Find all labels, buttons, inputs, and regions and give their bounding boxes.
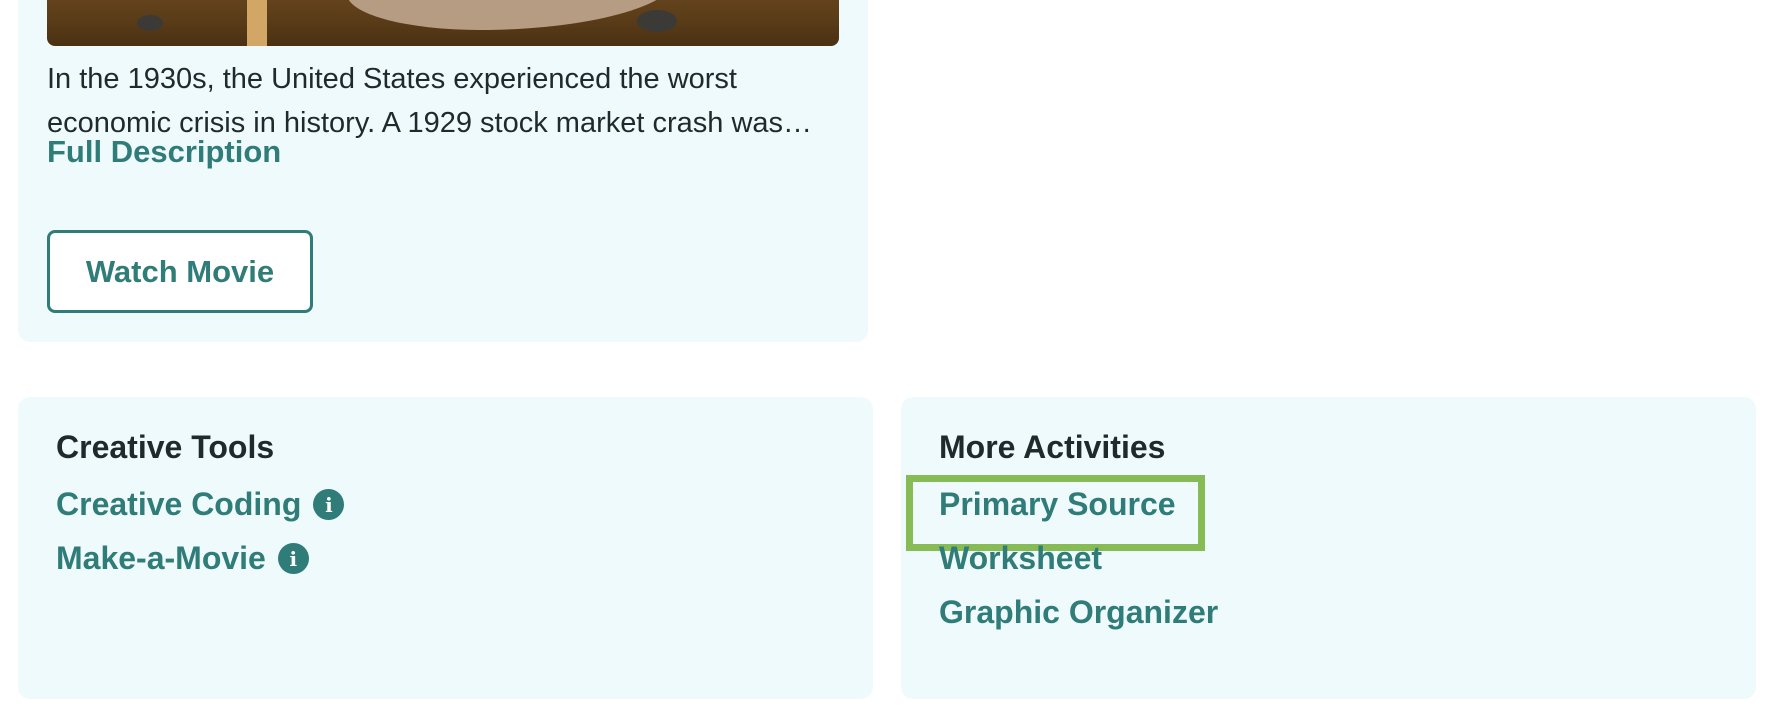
worksheet-link[interactable]: Worksheet	[939, 540, 1102, 577]
more-activities-card: More Activities Primary Source Worksheet…	[901, 397, 1756, 699]
thumbnail-art	[137, 15, 163, 31]
make-a-movie-link[interactable]: Make-a-Movie i	[56, 540, 309, 577]
make-a-movie-label: Make-a-Movie	[56, 540, 266, 576]
movie-thumbnail[interactable]	[47, 0, 839, 46]
creative-coding-label: Creative Coding	[56, 486, 302, 522]
movie-description: In the 1930s, the United States experien…	[47, 63, 813, 139]
creative-tools-title: Creative Tools	[56, 429, 275, 465]
thumbnail-art	[637, 10, 677, 32]
info-icon[interactable]: i	[313, 489, 345, 520]
thumbnail-art	[247, 0, 267, 46]
creative-tools-card: Creative Tools Creative Coding i Make-a-…	[18, 397, 873, 699]
graphic-organizer-link[interactable]: Graphic Organizer	[939, 594, 1218, 631]
more-activities-title: More Activities	[939, 429, 1166, 465]
thumbnail-art	[347, 0, 677, 30]
full-description-link[interactable]: Full Description	[47, 134, 281, 170]
info-icon[interactable]: i	[277, 543, 309, 574]
primary-source-link[interactable]: Primary Source	[939, 486, 1176, 523]
creative-coding-link[interactable]: Creative Coding i	[56, 486, 345, 523]
movie-card: In the 1930s, the United States experien…	[18, 0, 868, 342]
watch-movie-button[interactable]: Watch Movie	[47, 230, 313, 313]
